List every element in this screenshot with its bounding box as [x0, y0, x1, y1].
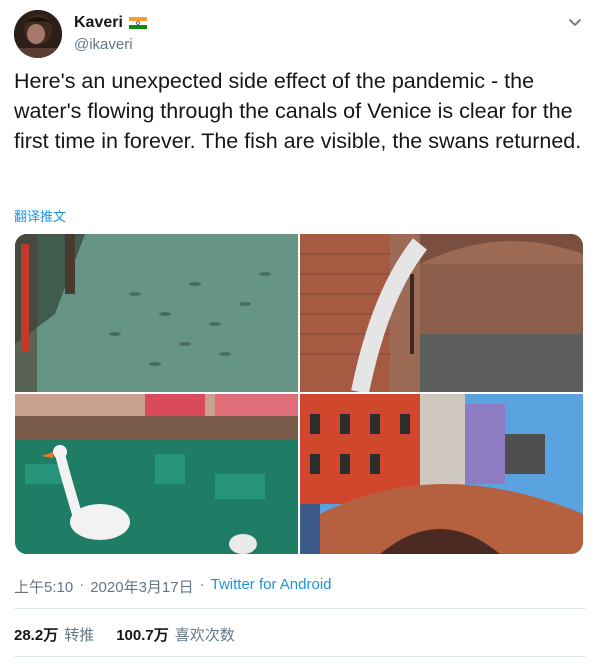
tweet-source-link[interactable]: Twitter for Android — [211, 576, 332, 597]
likes-stat[interactable]: 100.7万 喜欢次数 — [116, 624, 235, 645]
author-name[interactable]: Kaveri — [74, 14, 123, 32]
tweet-text: Here's an unexpected side effect of the … — [14, 69, 582, 153]
likes-count: 100.7万 — [116, 627, 169, 644]
tweet-header: Kaveri @ikaveri — [14, 10, 586, 58]
media-photo-bridge-arch[interactable] — [300, 234, 583, 392]
retweets-stat[interactable]: 28.2万 转推 — [14, 624, 94, 645]
divider — [14, 656, 586, 657]
likes-label: 喜欢次数 — [174, 627, 235, 644]
tweet-meta: 上午5:10 · 2020年3月17日 · Twitter for Androi… — [14, 576, 332, 597]
author-name-row: Kaveri — [74, 14, 147, 32]
media-grid — [15, 234, 583, 554]
retweets-count: 28.2万 — [14, 627, 59, 644]
divider — [14, 608, 586, 609]
tweet-stats: 28.2万 转推 100.7万 喜欢次数 — [14, 624, 235, 645]
media-photo-canal-fish[interactable] — [15, 234, 298, 392]
avatar[interactable] — [14, 10, 62, 58]
author-handle[interactable]: @ikaveri — [74, 36, 133, 53]
media-photo-colorful-houses[interactable] — [300, 394, 583, 554]
meta-separator: · — [199, 576, 205, 593]
tweet-date[interactable]: 2020年3月17日 — [90, 576, 193, 597]
chevron-down-icon[interactable] — [566, 14, 584, 32]
media-photo-swan[interactable] — [15, 394, 298, 554]
india-flag-icon — [128, 17, 147, 29]
meta-separator: · — [79, 576, 85, 593]
retweets-label: 转推 — [64, 627, 95, 644]
tweet-time[interactable]: 上午5:10 — [14, 576, 73, 597]
translate-tweet-link[interactable]: 翻译推文 — [14, 206, 66, 225]
